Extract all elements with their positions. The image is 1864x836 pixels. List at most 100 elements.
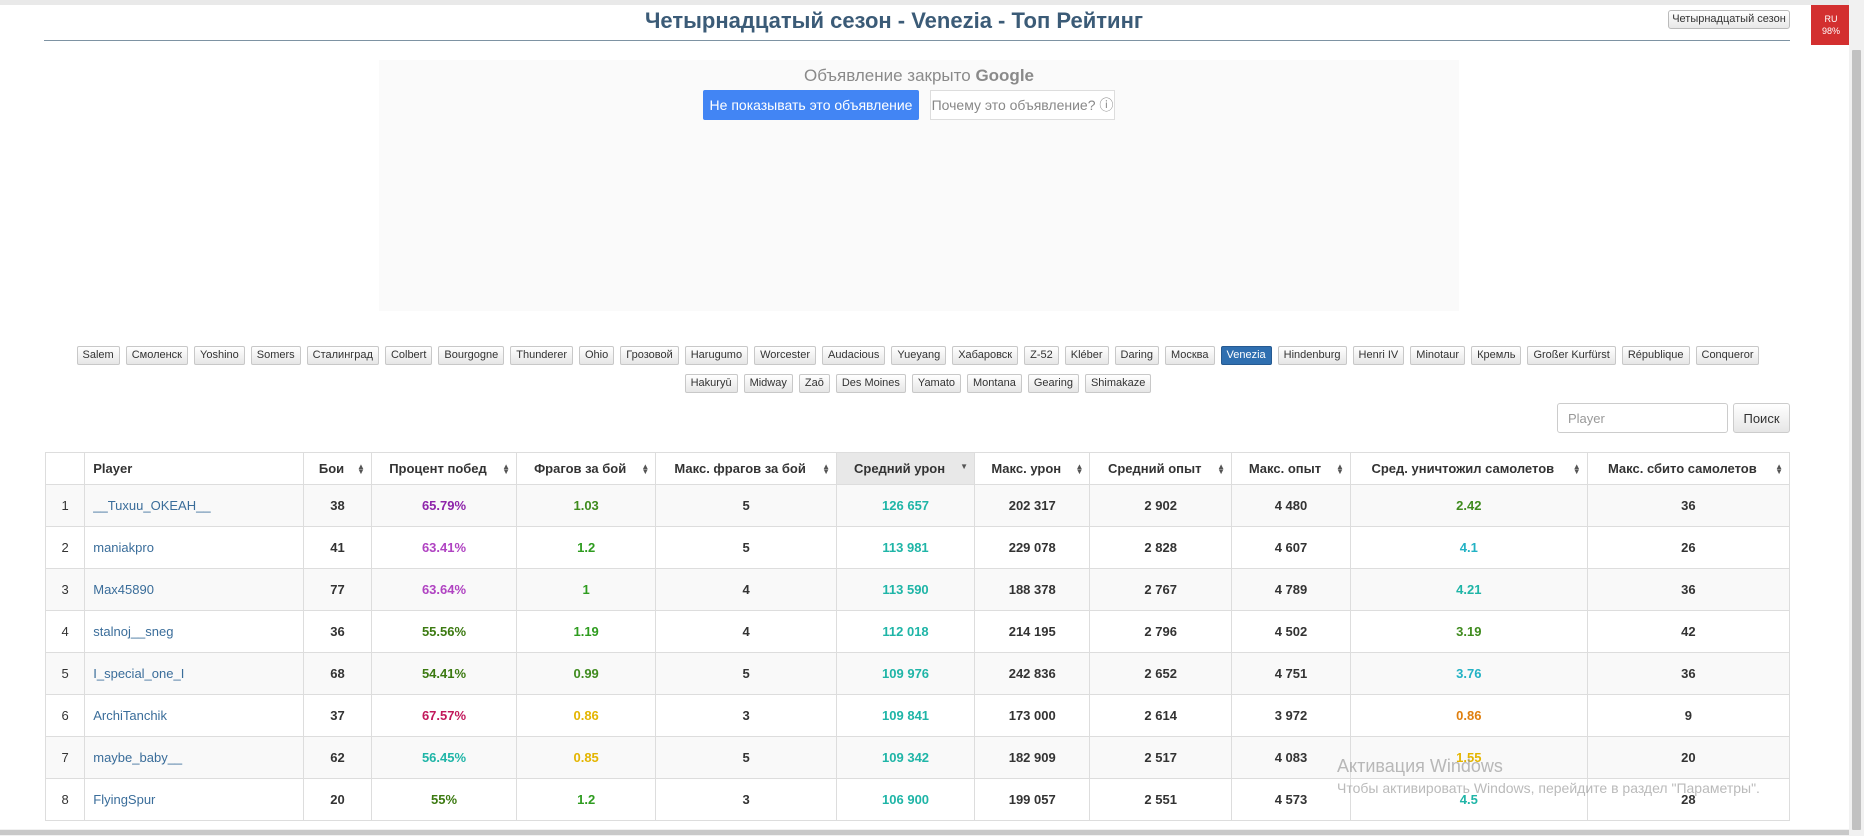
player[interactable]: FlyingSpur [84,778,305,821]
sort-desc-icon: ▼ [960,462,969,471]
max-xp-cell: 4 502 [1230,610,1351,653]
sort-icon: ▲ ▼ [1075,462,1084,476]
rank: 8 [44,778,86,821]
frags-cell: 1.19 [516,610,657,653]
ship-filter-button[interactable]: Грозовой [620,346,679,365]
ship-filter-button[interactable]: Thunderer [510,346,573,365]
avg-xp-cell: 2 902 [1089,484,1232,527]
column-header[interactable]: Бои ▲ ▼ [303,452,372,485]
ship-filter-button[interactable]: Сталинград [306,346,379,365]
ship-filter-button[interactable]: Audacious [822,346,886,365]
avg-planes-cell: 0.86 [1349,694,1588,737]
ship-filter-button[interactable]: Großer Kurfürst [1527,346,1616,365]
avg-damage-cell: 113 981 [836,526,976,569]
column-header[interactable]: Фрагов за бой ▲ ▼ [516,452,657,485]
ship-filter-button[interactable]: Harugumo [684,346,749,365]
ship-filter-button[interactable]: Yoshino [194,346,245,365]
avg-xp-cell: 2 551 [1089,778,1232,821]
column-header[interactable]: Средний урон ▼ [836,452,976,485]
max-damage-cell: 202 317 [974,484,1091,527]
ship-filter-button[interactable]: Кремль [1471,346,1522,365]
column-header[interactable]: Макс. опыт ▲ ▼ [1230,452,1351,485]
player[interactable]: I_special_one_I [84,652,305,695]
battles-cell: 68 [303,652,372,695]
max-damage-cell: 182 909 [974,736,1091,779]
vertical-scrollbar-thumb[interactable] [1852,50,1861,830]
ship-filter-button[interactable]: Henri IV [1352,346,1405,365]
ship-filter-button[interactable]: Gearing [1027,374,1079,393]
table-row: 3 Max45890 77 63.64% 1 4 113 590 188 378 2 767 4 … [44,568,1791,611]
column-header[interactable]: Макс. урон ▲ ▼ [974,452,1091,485]
why-ad-button[interactable]: Почему это объявление? ⓘ [930,90,1115,120]
ship-filter-button[interactable]: Смоленск [125,346,188,365]
column-header-label: Фрагов за бой [534,461,627,476]
ship-filter-button[interactable]: Bourgogne [438,346,505,365]
battles-cell: 36 [303,610,372,653]
ship-filter-button[interactable]: Venezia [1220,346,1272,365]
horizontal-scrollbar-thumb[interactable] [0,830,1849,835]
hide-ad-button[interactable]: Не показывать это объявление [703,90,919,120]
winrate-cell: 55.56% [370,610,518,653]
column-header[interactable]: Сред. уничтожил самолетов ▲ ▼ [1349,452,1588,485]
avg-damage-cell: 109 841 [836,694,976,737]
search-button[interactable]: Поиск [1733,403,1790,433]
rank: 4 [44,610,86,653]
max-planes-cell: 36 [1586,652,1791,695]
ship-filter-button[interactable]: Yueyang [891,346,947,365]
ship-filter-button[interactable]: Midway [743,374,793,393]
ship-filter-button[interactable]: Shimakaze [1084,374,1152,393]
player[interactable]: stalnoj__sneg [84,610,305,653]
language-badge[interactable]: RU 98% [1811,5,1851,45]
player[interactable]: maybe_baby__ [84,736,305,779]
avg-xp-cell: 2 767 [1089,568,1232,611]
table-row: 4 stalnoj__sneg 36 55.56% 1.19 4 112 018 214 19… [44,610,1791,653]
column-header[interactable]: Процент побед ▲ ▼ [370,452,518,485]
season-select-button[interactable]: Четырнадцатый сезон [1668,10,1790,29]
max-frags-cell: 5 [655,652,838,695]
winrate-cell: 54.41% [370,652,518,695]
ship-filter-button[interactable]: Somers [250,346,301,365]
player[interactable]: maniakpro [84,526,305,569]
ship-filter-button[interactable]: Yamato [911,374,962,393]
ship-filter-button[interactable]: Zaō [798,374,830,393]
ship-filter-button[interactable]: Colbert [384,346,433,365]
ship-filter-button[interactable]: Minotaur [1410,346,1466,365]
winrate-cell: 56.45% [370,736,518,779]
player-search-input[interactable] [1557,403,1728,433]
player[interactable]: ArchiTanchik [84,694,305,737]
ship-filter-button[interactable]: Хабаровск [952,346,1019,365]
table-header-row: Player Бои ▲ ▼ Процент побед ▲ ▼ Фрагов за бой ▲… [44,452,1791,485]
column-header[interactable]: Средний опыт ▲ ▼ [1089,452,1232,485]
ship-filter-button[interactable]: République [1621,346,1690,365]
ship-filter-button[interactable]: Kléber [1064,346,1109,365]
column-header[interactable]: Макс. фрагов за бой ▲ ▼ [655,452,838,485]
rank: 2 [44,526,86,569]
ship-filter-button[interactable]: Москва [1164,346,1215,365]
ship-filter-button[interactable]: Hakuryū [684,374,738,393]
ship-filter-button[interactable]: Daring [1114,346,1159,365]
frags-cell: 0.86 [516,694,657,737]
avg-xp-cell: 2 652 [1089,652,1232,695]
ship-filter-button[interactable]: Conqueror [1695,346,1760,365]
table-row: 7 maybe_baby__ 62 56.45% 0.85 5 109 342 182 909… [44,736,1791,779]
winrate-cell: 63.64% [370,568,518,611]
ship-filter-button[interactable]: Hindenburg [1277,346,1347,365]
column-header-label: Макс. опыт [1248,461,1322,476]
ship-filter-button[interactable]: Salem [76,346,120,365]
max-planes-cell: 36 [1586,484,1791,527]
player[interactable]: __Tuxuu_OKEAH__ [84,484,305,527]
column-header[interactable]: Player [84,452,305,485]
ship-filter-button[interactable]: Worcester [754,346,817,365]
ship-filter-button[interactable]: Montana [967,374,1022,393]
winrate-cell: 55% [370,778,518,821]
frags-cell: 0.99 [516,652,657,695]
battles-cell: 20 [303,778,372,821]
ship-filter-button[interactable]: Ohio [579,346,615,365]
player[interactable]: Max45890 [84,568,305,611]
sort-icon: ▲ ▼ [1217,462,1225,476]
avg-planes-cell: 2.42 [1349,484,1588,527]
ship-filter-button[interactable]: Z-52 [1024,346,1059,365]
ship-filter-button[interactable]: Des Moines [835,374,906,393]
avg-damage-cell: 109 342 [836,736,976,779]
column-header[interactable]: Макс. сбито самолетов ▲ ▼ [1586,452,1791,485]
